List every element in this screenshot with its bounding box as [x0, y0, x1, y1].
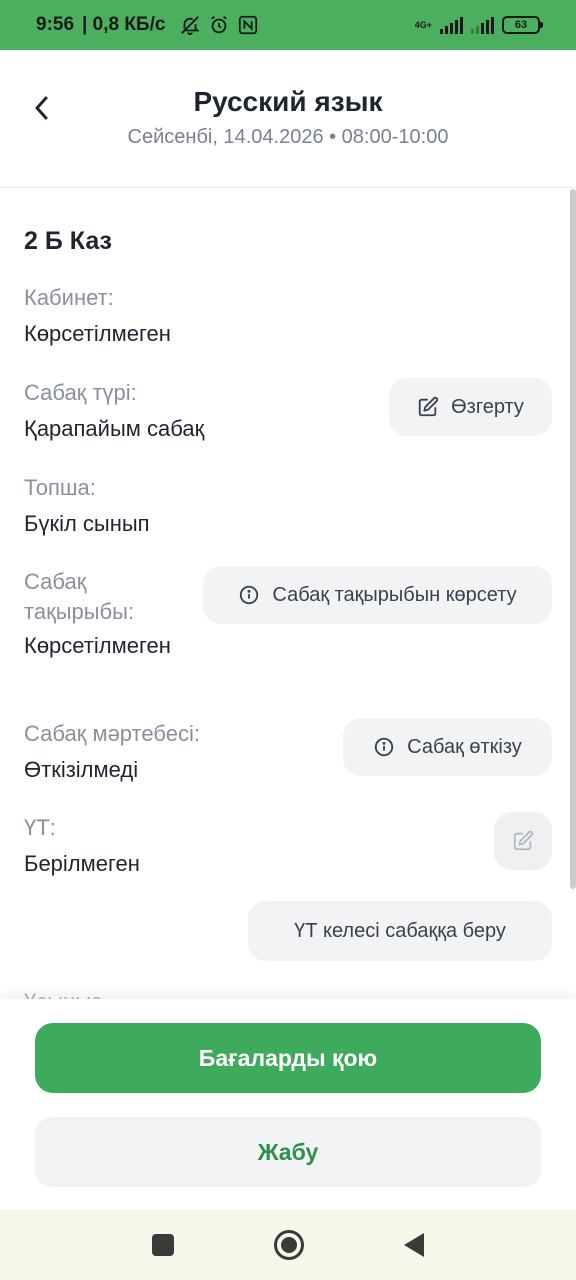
back-nav-icon[interactable] [404, 1233, 424, 1257]
battery-level: 63 [514, 19, 528, 31]
info-icon [375, 737, 394, 757]
subgroup-label: Топша: [24, 475, 96, 500]
lesson-status-value: Өткізілмеді [24, 757, 139, 782]
battery-icon: 63 [502, 16, 543, 34]
bottom-actions: Бағаларды қою Жабу [0, 999, 576, 1210]
recents-icon[interactable] [152, 1234, 174, 1256]
system-nav-bar [0, 1210, 576, 1280]
cabinet-label: Кабинет: [24, 285, 114, 310]
conduct-label: Сабақ өткізу [407, 735, 522, 758]
status-right: 4G+ 63 [414, 16, 543, 34]
status-time: 9:56 [36, 14, 75, 35]
homework-label: ҮТ: [24, 815, 56, 840]
homework-next-lesson-button[interactable]: ҮТ келесі сабаққа беру [248, 901, 552, 961]
change-label: Өзгерту [451, 395, 524, 418]
edit-icon [418, 396, 439, 417]
alarm-icon [211, 15, 228, 34]
network-label: 4G+ [414, 19, 432, 30]
partially-hidden-label: Ұсыныс [24, 989, 102, 999]
home-icon[interactable] [274, 1230, 304, 1260]
mute-icon [181, 16, 200, 36]
signal-icon [440, 16, 463, 34]
set-grades-button[interactable]: Бағаларды қою [35, 1023, 541, 1093]
conduct-lesson-button[interactable]: Сабақ өткізу [343, 718, 552, 776]
edit-homework-button[interactable] [494, 812, 552, 870]
page-subtitle: Сейсенбі, 14.04.2026 • 08:00-10:00 [127, 126, 449, 148]
scrollbar[interactable] [570, 189, 576, 889]
status-left: 9:56 | 0,8 КБ/с [36, 14, 259, 36]
lesson-topic-label: Сабақ тақырыбы: [24, 569, 135, 624]
show-topic-button[interactable]: Сабақ тақырыбын көрсету [203, 566, 552, 624]
change-lesson-type-button[interactable]: Өзгерту [389, 378, 552, 436]
show-topic-label: Сабақ тақырыбын көрсету [272, 583, 517, 606]
signal-icon [471, 16, 494, 34]
subgroup-value: Бүкіл сынып [24, 511, 150, 536]
homework-value: Берілмеген [24, 851, 140, 876]
status-speed: | 0,8 КБ/с [82, 14, 166, 35]
status-bar: 9:56 | 0,8 КБ/с 4G+ 63 [0, 0, 576, 50]
cabinet-value: Көрсетілмеген [24, 321, 171, 346]
nfc-icon [239, 15, 258, 35]
status-icons [179, 14, 259, 36]
homework-next-label: ҮТ келесі сабаққа беру [294, 919, 506, 942]
edit-icon [513, 830, 534, 851]
lesson-type-value: Қарапайым сабақ [24, 416, 205, 441]
info-icon [240, 585, 259, 605]
lesson-type-label: Сабақ түрі: [24, 380, 137, 405]
lesson-status-label: Сабақ мәртебесі: [24, 721, 200, 746]
lesson-details[interactable]: 2 Б Каз Кабинет: Көрсетілмеген Сабақ түр… [0, 189, 576, 999]
header: Русский язык Сейсенбі, 14.04.2026 • 08:0… [0, 50, 576, 188]
lesson-topic-value: Көрсетілмеген [24, 633, 171, 658]
class-name: 2 Б Каз [24, 227, 112, 255]
close-button[interactable]: Жабу [35, 1117, 541, 1187]
page-title: Русский язык [193, 86, 383, 117]
